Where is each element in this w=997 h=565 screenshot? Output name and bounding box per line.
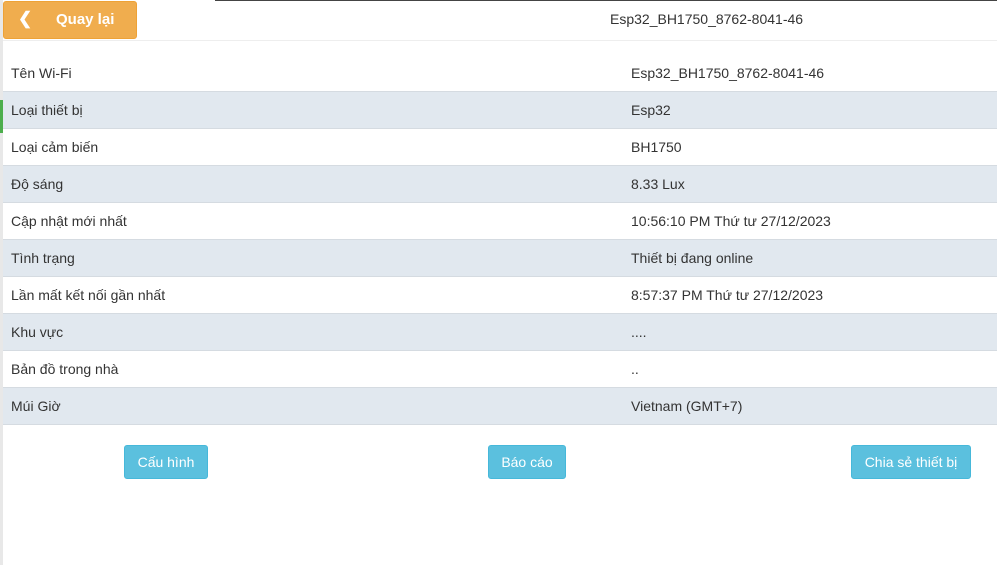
table-row: Loại thiết bị Esp32 — [3, 91, 997, 129]
table-row: Lần mất kết nối gần nhất 8:57:37 PM Thứ t… — [3, 276, 997, 314]
report-button[interactable]: Báo cáo — [488, 445, 566, 479]
row-value: 10:56:10 PM Thứ tư 27/12/2023 — [631, 202, 997, 240]
page-title: Esp32_BH1750_8762-8041-46 — [610, 11, 804, 27]
row-value: Esp32 — [631, 91, 997, 129]
table-row: Tình trạng Thiết bị đang online — [3, 239, 997, 277]
device-info-table: Tên Wi-Fi Esp32_BH1750_8762-8041-46 Loại t… — [3, 55, 997, 425]
back-button[interactable]: ❮ Quay lại — [3, 1, 137, 39]
row-value: 8.33 Lux — [631, 165, 997, 203]
row-label: Tên Wi-Fi — [3, 55, 631, 92]
configure-button[interactable]: Cấu hình — [124, 445, 208, 479]
row-label: Tình trạng — [3, 239, 631, 277]
row-value: .... — [631, 313, 997, 351]
row-label: Lần mất kết nối gần nhất — [3, 276, 631, 314]
table-row: Múi Giờ Vietnam (GMT+7) — [3, 387, 997, 425]
header: ❮ Quay lại Esp32_BH1750_8762-8041-46 — [3, 0, 997, 41]
row-label: Loại cảm biến — [3, 128, 631, 166]
row-label: Độ sáng — [3, 165, 631, 203]
table-row: Bản đồ trong nhà.. — [3, 350, 997, 388]
table-row: Độ sáng 8.33 Lux — [3, 165, 997, 203]
row-value: BH1750 — [631, 128, 997, 166]
back-label: Quay lại — [56, 11, 115, 28]
row-value: Vietnam (GMT+7) — [631, 387, 997, 425]
table-row: Loại cảm biến BH1750 — [3, 128, 997, 166]
row-value: 8:57:37 PM Thứ tư 27/12/2023 — [631, 276, 997, 314]
table-row: Tên Wi-Fi Esp32_BH1750_8762-8041-46 — [3, 55, 997, 92]
row-value: Esp32_BH1750_8762-8041-46 — [631, 55, 997, 92]
table-row: Khu vực.... — [3, 313, 997, 351]
row-value: .. — [631, 350, 997, 388]
row-value: Thiết bị đang online — [631, 239, 997, 277]
row-label: Múi Giờ — [3, 387, 631, 425]
share-device-button[interactable]: Chia sẻ thiết bị — [851, 445, 971, 479]
chevron-left-icon: ❮ — [18, 9, 33, 28]
row-label: Cập nhật mới nhất — [3, 202, 631, 240]
row-label: Khu vực — [3, 313, 631, 351]
table-row: Cập nhật mới nhất 10:56:10 PM Thứ tư 27/1… — [3, 202, 997, 240]
row-label: Bản đồ trong nhà — [3, 350, 631, 388]
row-label: Loại thiết bị — [3, 91, 631, 129]
